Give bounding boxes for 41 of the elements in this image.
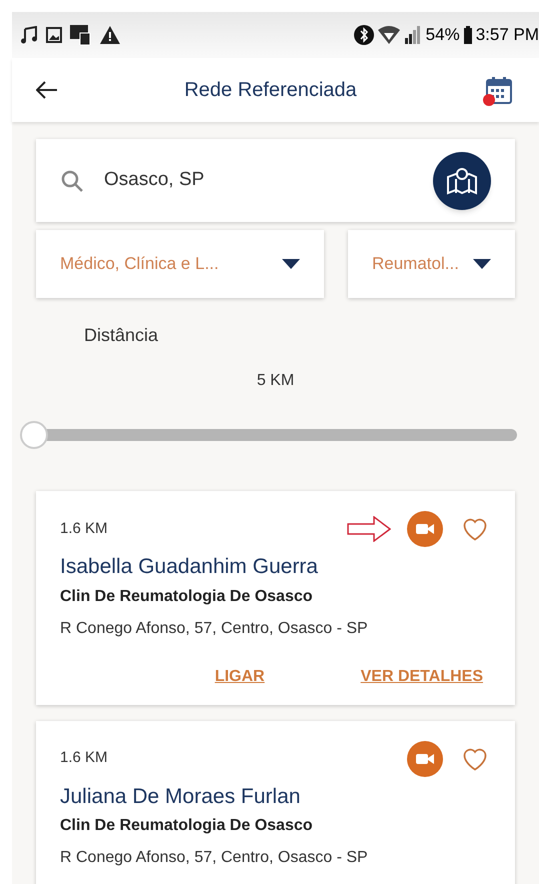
provider-name: Juliana De Moraes Furlan: [60, 784, 302, 810]
back-arrow-icon: [36, 81, 58, 99]
back-button[interactable]: [36, 81, 58, 99]
action-link[interactable]: VER DETALHES: [360, 664, 483, 688]
video-call-button[interactable]: [407, 511, 443, 547]
filter-dropdown[interactable]: Reumatol...: [348, 230, 515, 298]
map-button[interactable]: [433, 152, 491, 210]
clinic-name: Clin De Reumatologia De Osasco: [60, 816, 314, 836]
calendar-icon: [486, 76, 512, 104]
warning-icon: [100, 26, 120, 44]
calendar-button[interactable]: [483, 74, 515, 106]
page-title: Rede Referenciada: [184, 78, 357, 103]
search-icon: [60, 168, 84, 192]
filter-dropdown[interactable]: Médico, Clínica e L...: [36, 230, 324, 298]
image-icon: [46, 27, 62, 43]
provider-name: Isabella Guadanhim Guerra: [60, 554, 319, 580]
address-text: R Conego Afonso, 57, Centro, Osasco - SP: [60, 848, 369, 868]
distance-reading: 5 KM: [256, 371, 294, 391]
signal-icon: [404, 26, 422, 44]
slider-thumb[interactable]: [20, 421, 48, 449]
music-note-icon: [20, 26, 38, 44]
dropdown-caret-icon: [282, 259, 300, 269]
battery-percentage: 54%: [426, 24, 460, 46]
video-camera-icon: [416, 752, 434, 764]
clinic-name: Clin De Reumatologia De Osasco: [60, 586, 314, 606]
video-camera-icon: [416, 523, 434, 535]
distance-text: 1.6 KM: [60, 518, 108, 539]
distance-text: 1.6 KM: [60, 748, 108, 768]
distance-label: Distância: [84, 324, 158, 347]
search-field[interactable]: Osasco, SP: [36, 139, 515, 222]
heart-icon: [461, 516, 489, 542]
action-link[interactable]: LIGAR: [214, 664, 265, 688]
map-icon: [446, 166, 478, 194]
dropdown-caret-icon: [473, 259, 491, 269]
bluetooth-icon: [354, 25, 374, 45]
wifi-icon: [378, 26, 400, 44]
battery-icon: [464, 26, 472, 44]
video-call-button[interactable]: [407, 740, 443, 776]
clock-time: 3:57 PM: [476, 24, 539, 46]
address-text: R Conego Afonso, 57, Centro, Osasco - SP: [60, 618, 369, 638]
search-value: Osasco, SP: [104, 168, 206, 192]
